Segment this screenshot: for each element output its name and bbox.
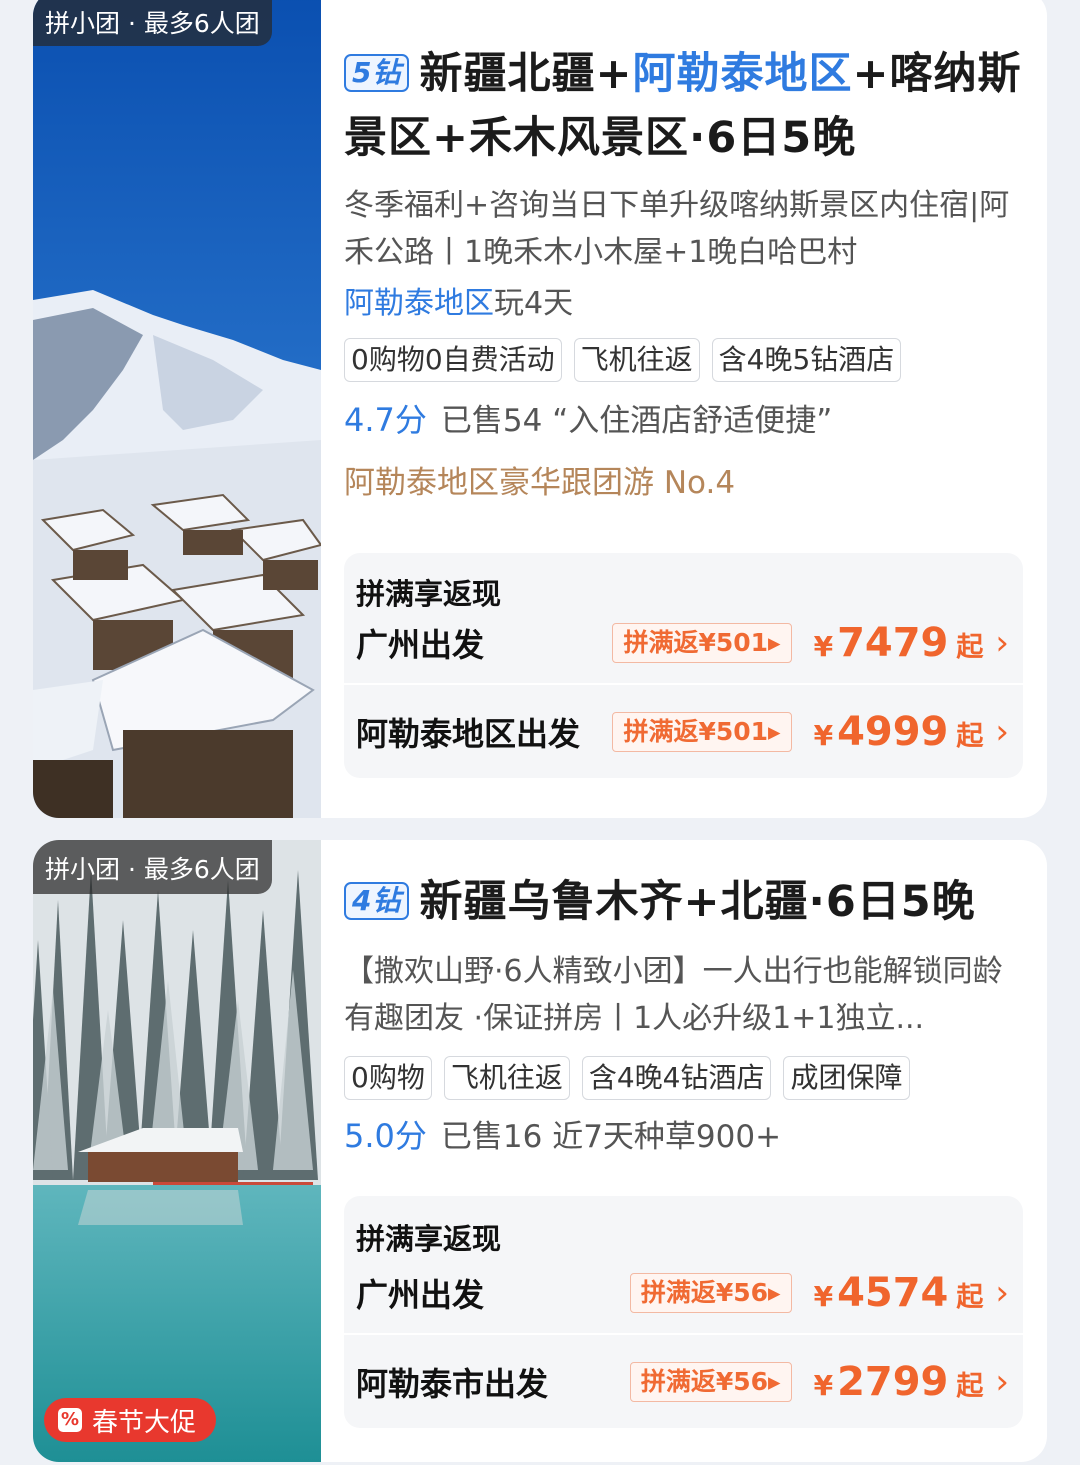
snow-village-illustration: [33, 0, 321, 818]
price-suffix: 起: [956, 721, 984, 752]
chevron-right-icon[interactable]: ›: [995, 712, 1009, 752]
departure-row[interactable]: 阿勒泰地区出发 拼满返¥501▸ ¥4999 起 ›: [344, 692, 1023, 772]
currency-symbol: ¥: [813, 1369, 834, 1402]
title-highlight: 阿勒泰地区: [632, 49, 853, 99]
ranking-link[interactable]: 阿勒泰地区豪华跟团游 No.4: [344, 461, 1023, 505]
lake-forest-illustration: [33, 840, 321, 1462]
product-title[interactable]: 5钻 新疆北疆+阿勒泰地区+喀纳斯景区+禾木风景区·6日5晚: [344, 42, 1023, 170]
product-image-snow-village[interactable]: 拼小团 · 最多6人团: [33, 0, 321, 818]
rebate-badge[interactable]: 拼满返¥501▸: [612, 623, 792, 663]
currency-symbol: ¥: [813, 1280, 834, 1313]
price: ¥2799 起: [814, 1359, 984, 1405]
product-card[interactable]: 拼小团 · 最多6人团 % 春节大促 4钻 新疆乌鲁木齐+北疆·6日5晚 【撒欢山…: [33, 840, 1047, 1462]
price-value: 4999: [837, 709, 949, 755]
currency-symbol: ¥: [813, 719, 834, 752]
row-divider: [344, 683, 1023, 685]
chevron-right-icon[interactable]: ›: [995, 1273, 1009, 1313]
price: ¥7479 起: [814, 620, 984, 666]
departure-city: 阿勒泰市出发: [356, 1365, 549, 1403]
diamond-rating-badge: 5钻: [344, 54, 410, 92]
title-text: 新疆乌鲁木齐+北疆·6日5晚: [419, 877, 976, 927]
promo-label: 春节大促: [92, 1407, 197, 1438]
departure-city: 广州出发: [356, 626, 485, 664]
product-card[interactable]: 拼小团 · 最多6人团 5钻 新疆北疆+阿勒泰地区+喀纳斯景区+禾木风景区·6日5…: [33, 0, 1047, 818]
feature-tag: 成团保障: [783, 1056, 910, 1100]
group-size-tag: 拼小团 · 最多6人团: [33, 0, 272, 46]
rebate-badge[interactable]: 拼满返¥56▸: [629, 1362, 792, 1402]
rating-row: 4.7分 已售54 “入住酒店舒适便捷”: [344, 396, 1023, 445]
feature-tag: 0购物0自费活动: [344, 338, 562, 382]
price-value: 7479: [837, 620, 949, 666]
departure-row[interactable]: 广州出发 拼满返¥501▸ ¥7479 起 ›: [344, 603, 1023, 683]
chevron-right-icon[interactable]: ›: [995, 1362, 1009, 1402]
rebate-badge[interactable]: 拼满返¥501▸: [612, 712, 792, 752]
sold-info: 已售54 “入住酒店舒适便捷”: [440, 403, 833, 439]
feature-tag: 含4晚5钻酒店: [711, 338, 902, 382]
price-suffix: 起: [956, 632, 984, 663]
play-duration: 阿勒泰地区玩4天: [344, 282, 1023, 326]
rebate-badge[interactable]: 拼满返¥56▸: [629, 1273, 792, 1313]
percent-icon: %: [58, 1408, 82, 1432]
feature-tag: 含4晚4钻酒店: [581, 1056, 772, 1100]
group-size-tag: 拼小团 · 最多6人团: [33, 840, 272, 894]
chevron-right-icon[interactable]: ›: [995, 623, 1009, 663]
product-title[interactable]: 4钻 新疆乌鲁木齐+北疆·6日5晚: [344, 870, 1023, 934]
product-image-lake-forest[interactable]: 拼小团 · 最多6人团 % 春节大促: [33, 840, 321, 1462]
price-value: 2799: [837, 1359, 949, 1405]
rating-row: 5.0分 已售16 近7天种草900+: [344, 1112, 1023, 1161]
departure-row[interactable]: 阿勒泰市出发 拼满返¥56▸ ¥2799 起 ›: [344, 1342, 1023, 1422]
price-suffix: 起: [956, 1371, 984, 1402]
feature-tag: 飞机往返: [443, 1056, 570, 1100]
diamond-rating-badge: 4钻: [344, 882, 410, 920]
price-value: 4574: [837, 1270, 949, 1316]
departure-city: 阿勒泰地区出发: [356, 715, 581, 753]
price: ¥4999 起: [814, 709, 984, 755]
play-days: 玩4天: [494, 286, 574, 321]
price-box: 拼满享返现 广州出发 拼满返¥56▸ ¥4574 起 › 阿勒泰市出发 拼满返¥5…: [344, 1196, 1023, 1428]
rating-score: 5.0分: [344, 1117, 427, 1155]
price: ¥4574 起: [814, 1270, 984, 1316]
spring-festival-promo-tag[interactable]: % 春节大促: [44, 1398, 217, 1442]
departure-row[interactable]: 广州出发 拼满返¥56▸ ¥4574 起 ›: [344, 1253, 1023, 1333]
feature-tag: 飞机往返: [573, 338, 700, 382]
currency-symbol: ¥: [813, 630, 834, 663]
sold-info: 已售16 近7天种草900+: [440, 1119, 782, 1155]
rating-score: 4.7分: [344, 401, 427, 439]
price-box: 拼满享返现 广州出发 拼满返¥501▸ ¥7479 起 › 阿勒泰地区出发 拼满返…: [344, 553, 1023, 778]
destination-link[interactable]: 阿勒泰地区: [344, 286, 494, 321]
product-description: 冬季福利+咨询当日下单升级喀纳斯景区内住宿|阿禾公路丨1晚禾木小木屋+1晚白哈巴…: [344, 188, 1010, 270]
title-part: 新疆北疆+: [419, 49, 633, 99]
price-suffix: 起: [956, 1282, 984, 1313]
price-box-title: 拼满享返现: [356, 1222, 502, 1256]
feature-tag: 0购物: [344, 1056, 432, 1100]
product-description: 【撒欢山野·6人精致小团】一人出行也能解锁同龄有趣团友 ·保证拼房丨1人必升级1…: [344, 954, 1003, 1036]
departure-city: 广州出发: [356, 1276, 485, 1314]
row-divider: [344, 1333, 1023, 1335]
feature-tags: 0购物0自费活动 飞机往返 含4晚5钻酒店: [344, 338, 1023, 382]
feature-tags: 0购物 飞机往返 含4晚4钻酒店 成团保障: [344, 1056, 1023, 1100]
